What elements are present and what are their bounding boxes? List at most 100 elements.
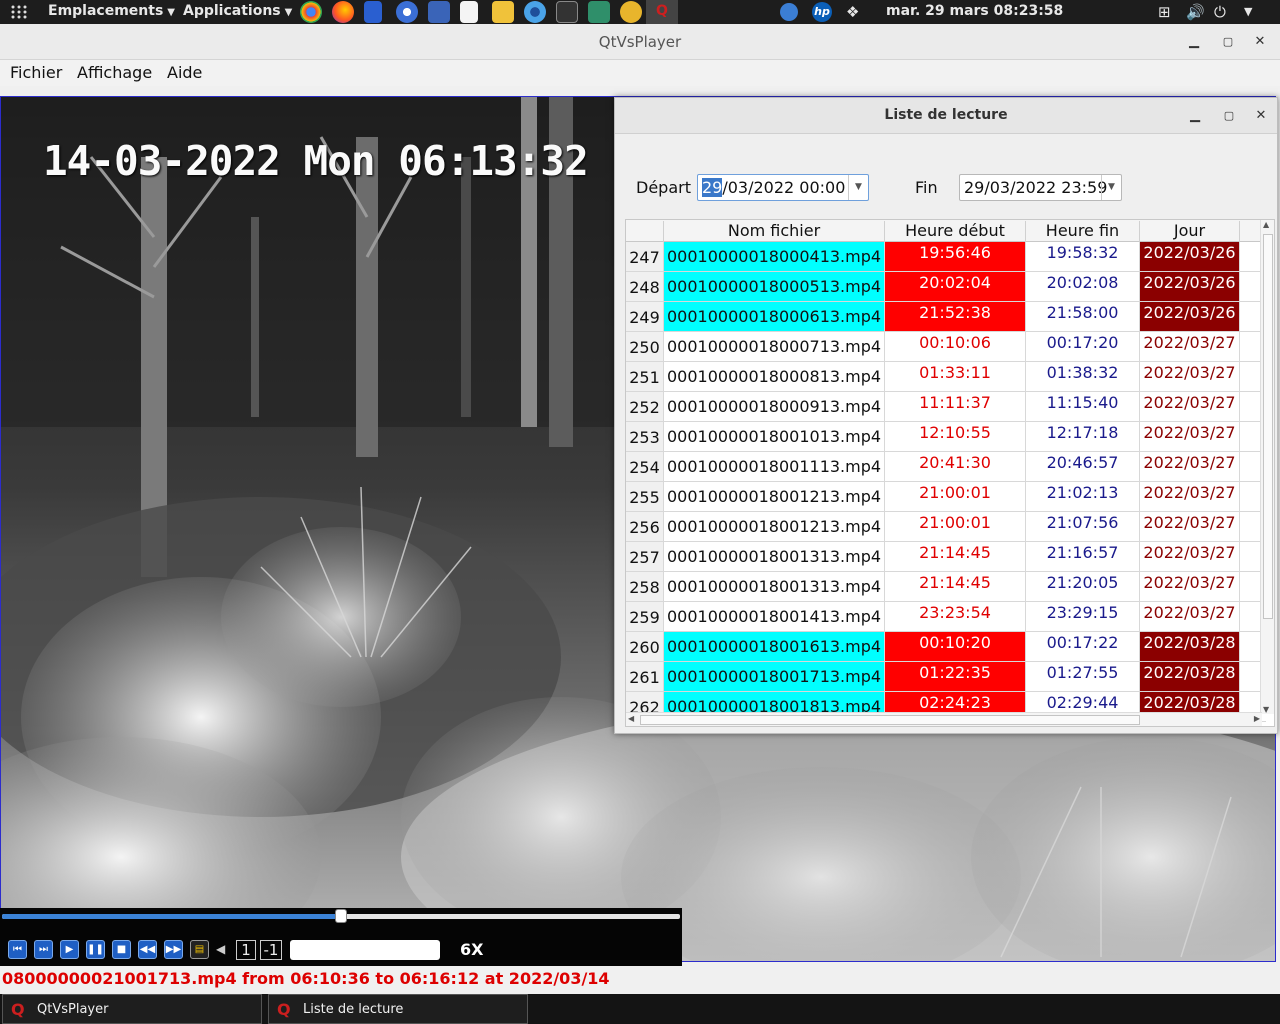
terminal-launcher-icon[interactable] xyxy=(556,1,578,23)
end-date-field[interactable]: 29/03/2022 23:59 ▼ xyxy=(959,174,1122,201)
start-label: Départ xyxy=(636,178,691,197)
table-row[interactable]: 248 00010000018000513.mp4 20:02:04 20:02:08… xyxy=(626,272,1266,302)
cell-end-time: 01:27:55 xyxy=(1026,662,1140,691)
progress-handle[interactable] xyxy=(335,909,347,923)
row-number: 258 xyxy=(626,572,664,601)
dropbox-icon[interactable]: ❖ xyxy=(846,3,859,21)
taskbar-item-qtvsplayer[interactable]: Q QtVsPlayer xyxy=(2,994,262,1024)
progress-fill xyxy=(2,914,341,919)
volume-icon[interactable]: 🔊 xyxy=(1186,3,1205,21)
stop-icon[interactable]: ■ xyxy=(112,940,131,959)
table-row[interactable]: 259 00010000018001413.mp4 23:23:54 23:29:15… xyxy=(626,602,1266,632)
taskbar-item-playlist[interactable]: Q Liste de lecture xyxy=(268,994,528,1024)
table-row[interactable]: 247 00010000018000413.mp4 19:56:46 19:58:32… xyxy=(626,242,1266,272)
scroll-left-icon[interactable]: ◀ xyxy=(628,714,634,723)
table-row[interactable]: 257 00010000018001313.mp4 21:14:45 21:16:57… xyxy=(626,542,1266,572)
cell-end-time: 21:16:57 xyxy=(1026,542,1140,571)
cell-day: 2022/03/27 xyxy=(1140,392,1240,421)
column-header-day[interactable]: Jour xyxy=(1140,221,1240,242)
skip-forward-icon[interactable]: ⏭ xyxy=(34,940,53,959)
horizontal-scroll-thumb[interactable] xyxy=(640,715,1140,725)
row-number: 248 xyxy=(626,272,664,301)
firefox-launcher-icon[interactable] xyxy=(332,1,354,23)
applications-menu[interactable]: Applications ▼ xyxy=(183,3,292,19)
maximize-icon[interactable]: ▢ xyxy=(1219,106,1239,126)
cell-start-time: 20:02:04 xyxy=(885,272,1026,301)
skip-back-icon[interactable]: ⏮ xyxy=(8,940,27,959)
apps-grid-icon[interactable] xyxy=(10,4,28,20)
table-row[interactable]: 252 00010000018000913.mp4 11:11:37 11:15:40… xyxy=(626,392,1266,422)
applications-menu-label: Applications xyxy=(183,3,281,19)
caret-down-icon: ▼ xyxy=(284,7,293,18)
table-row[interactable]: 253 00010000018001013.mp4 12:10:55 12:17:18… xyxy=(626,422,1266,452)
menu-fichier[interactable]: Fichier xyxy=(10,63,62,82)
table-row[interactable]: 249 00010000018000613.mp4 21:52:38 21:58:00… xyxy=(626,302,1266,332)
chevron-down-icon[interactable]: ▼ xyxy=(1101,175,1121,200)
chrome-launcher-icon[interactable] xyxy=(300,1,322,23)
close-icon[interactable]: ✕ xyxy=(1250,32,1270,52)
cell-start-time: 21:00:01 xyxy=(885,482,1026,511)
places-menu[interactable]: Emplacements ▼ xyxy=(48,3,175,19)
playlist-table: Nom fichier Heure début Heure fin Jour 2… xyxy=(625,219,1275,727)
network-status-icon[interactable] xyxy=(780,3,798,21)
cell-file-name: 00010000018000913.mp4 xyxy=(664,392,885,421)
scroll-right-icon[interactable]: ▶ xyxy=(1254,714,1260,723)
step-forward-box[interactable]: 1 xyxy=(236,940,256,960)
main-titlebar[interactable]: QtVsPlayer ▁ ▢ ✕ xyxy=(0,24,1280,60)
vertical-scrollbar[interactable]: ▲ ▼ xyxy=(1260,220,1274,714)
minimize-icon[interactable]: ▁ xyxy=(1185,106,1205,126)
table-row[interactable]: 255 00010000018001213.mp4 21:00:01 21:02:13… xyxy=(626,482,1266,512)
table-row[interactable]: 251 00010000018000813.mp4 01:33:11 01:38:32… xyxy=(626,362,1266,392)
cell-end-time: 21:07:56 xyxy=(1026,512,1140,541)
files-launcher-icon[interactable] xyxy=(364,1,382,23)
scroll-up-icon[interactable]: ▲ xyxy=(1263,220,1269,229)
volume-left-icon[interactable]: ◀ xyxy=(216,942,225,956)
hp-icon[interactable]: hp xyxy=(812,2,832,22)
play-icon[interactable]: ▶ xyxy=(60,940,79,959)
column-header-start[interactable]: Heure début xyxy=(885,221,1026,242)
table-row[interactable]: 254 00010000018001113.mp4 20:41:30 20:46:57… xyxy=(626,452,1266,482)
system-menu-caret-icon[interactable]: ▼ xyxy=(1244,5,1252,18)
scroll-down-icon[interactable]: ▼ xyxy=(1263,705,1269,714)
column-header-file[interactable]: Nom fichier xyxy=(664,221,885,242)
horizontal-scrollbar[interactable]: ◀ ▶ xyxy=(626,712,1262,726)
cell-file-name: 00010000018001013.mp4 xyxy=(664,422,885,451)
caret-down-icon: ▼ xyxy=(167,7,175,18)
table-row[interactable]: 250 00010000018000713.mp4 00:10:06 00:17:20… xyxy=(626,332,1266,362)
speed-bar[interactable] xyxy=(290,940,440,960)
clock[interactable]: mar. 29 mars 08:23:58 xyxy=(886,3,1063,19)
pause-icon[interactable]: ❚❚ xyxy=(86,940,105,959)
menu-affichage[interactable]: Affichage xyxy=(77,63,152,82)
browser-launcher-icon[interactable] xyxy=(396,1,418,23)
chevron-down-icon[interactable]: ▼ xyxy=(848,175,868,200)
rewind-icon[interactable]: ◀◀ xyxy=(138,940,157,959)
mascot-launcher-icon[interactable] xyxy=(620,1,642,23)
table-row[interactable]: 256 00010000018001213.mp4 21:00:01 21:07:56… xyxy=(626,512,1266,542)
image-viewer-launcher-icon[interactable] xyxy=(588,1,610,23)
cell-end-time: 21:02:13 xyxy=(1026,482,1140,511)
settings-launcher-icon[interactable] xyxy=(524,1,546,23)
maximize-icon[interactable]: ▢ xyxy=(1218,32,1238,52)
network-icon[interactable]: ⊞ xyxy=(1158,3,1171,21)
table-row[interactable]: 258 00010000018001313.mp4 21:14:45 21:20:05… xyxy=(626,572,1266,602)
menu-aide[interactable]: Aide xyxy=(167,63,202,82)
close-icon[interactable]: ✕ xyxy=(1251,106,1271,126)
document-launcher-icon[interactable] xyxy=(460,1,478,23)
vertical-scroll-thumb[interactable] xyxy=(1263,234,1273,619)
progress-slider[interactable] xyxy=(2,909,680,923)
row-number: 260 xyxy=(626,632,664,661)
notes-launcher-icon[interactable] xyxy=(492,1,514,23)
word-launcher-icon[interactable] xyxy=(428,1,450,23)
fast-forward-icon[interactable]: ▶▶ xyxy=(164,940,183,959)
table-row[interactable]: 261 00010000018001713.mp4 01:22:35 01:27:55… xyxy=(626,662,1266,692)
cell-file-name: 00010000018000713.mp4 xyxy=(664,332,885,361)
column-header-end[interactable]: Heure fin xyxy=(1026,221,1140,242)
snapshot-icon[interactable]: ▤ xyxy=(190,940,209,959)
playlist-titlebar[interactable]: Liste de lecture ▁ ▢ ✕ xyxy=(615,98,1277,134)
table-row[interactable]: 260 00010000018001613.mp4 00:10:20 00:17:22… xyxy=(626,632,1266,662)
minimize-icon[interactable]: ▁ xyxy=(1184,32,1204,52)
step-back-box[interactable]: -1 xyxy=(260,940,282,960)
power-icon[interactable]: ⏻ xyxy=(1214,3,1226,21)
qtvsplayer-launcher-icon[interactable]: Q xyxy=(646,0,678,24)
start-date-field[interactable]: 29/03/2022 00:00 ▼ xyxy=(697,174,869,201)
